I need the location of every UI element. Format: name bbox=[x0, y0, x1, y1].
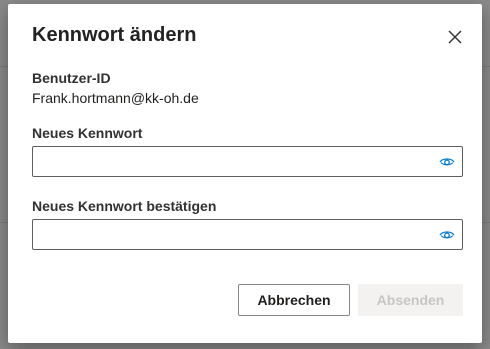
dialog-title: Kennwort ändern bbox=[32, 24, 197, 46]
show-new-password-button[interactable] bbox=[439, 154, 455, 170]
show-confirm-password-button[interactable] bbox=[439, 227, 455, 243]
new-password-input[interactable] bbox=[33, 147, 433, 176]
change-password-dialog: Kennwort ändern Benutzer-ID Frank.hortma… bbox=[8, 4, 482, 343]
eye-icon bbox=[439, 154, 455, 170]
eye-icon bbox=[439, 227, 455, 243]
user-id-label: Benutzer-ID bbox=[32, 70, 111, 86]
confirm-password-field-container bbox=[32, 219, 463, 250]
new-password-label: Neues Kennwort bbox=[32, 125, 143, 141]
confirm-password-label: Neues Kennwort bestätigen bbox=[32, 198, 217, 214]
cancel-button[interactable]: Abbrechen bbox=[238, 284, 350, 316]
close-button[interactable] bbox=[444, 26, 466, 48]
close-icon bbox=[444, 26, 466, 48]
new-password-field-container bbox=[32, 146, 463, 177]
user-id-value: Frank.hortmann@kk-oh.de bbox=[32, 90, 199, 106]
confirm-password-input[interactable] bbox=[33, 220, 433, 249]
submit-button[interactable]: Absenden bbox=[358, 284, 463, 316]
